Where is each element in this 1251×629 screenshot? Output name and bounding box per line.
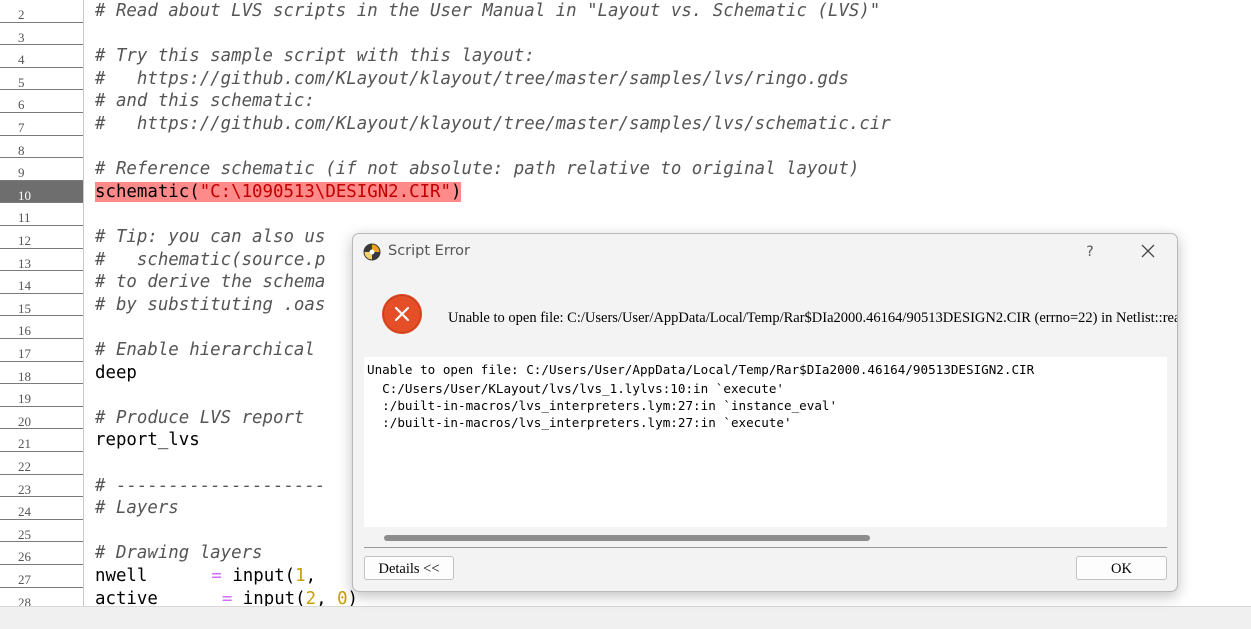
line-number: 16: [0, 316, 83, 339]
line-number: 7: [0, 113, 83, 136]
error-highlight: schematic("C:\1090513\DESIGN2.CIR"): [95, 181, 462, 202]
line-number: 18: [0, 362, 83, 385]
line-number: 8: [0, 136, 83, 159]
code-line: nwell = input(1,: [95, 565, 316, 588]
details-line: Unable to open file: C:/Users/User/AppDa…: [367, 362, 1035, 377]
code-token: nwell: [95, 566, 148, 586]
line-number: 27: [0, 565, 83, 588]
line-number: 19: [0, 384, 83, 407]
code-number: 2: [305, 588, 317, 606]
dialog-divider: [364, 547, 1167, 548]
details-line: :/built-in-macros/lvs_interpreters.lym:2…: [367, 415, 792, 430]
error-message: Unable to open file: C:/Users/User/AppDa…: [448, 310, 1178, 326]
code-line: # Drawing layers: [95, 543, 263, 564]
line-number: 15: [0, 294, 83, 317]
code-number: 0: [337, 588, 348, 606]
code-line: # Produce LVS report: [95, 407, 305, 428]
code-line: # schematic(source.p: [95, 249, 326, 270]
code-token: active: [95, 588, 158, 606]
code-string: "C:\1090513\DESIGN2.CIR": [199, 181, 451, 202]
line-number: 2: [0, 0, 83, 23]
line-number: 13: [0, 249, 83, 272]
code-line: # Read about LVS scripts in the User Man…: [95, 1, 881, 21]
code-token: input(: [232, 566, 296, 586]
line-number: 21: [0, 429, 83, 452]
code-line: # Enable hierarchical: [95, 340, 315, 360]
code-token: ,: [316, 588, 338, 606]
line-number: 4: [0, 45, 83, 68]
klayout-app-icon: [363, 243, 381, 261]
details-line: C:/Users/User/KLayout/lvs/lvs_1.lylvs:10…: [367, 381, 785, 396]
status-bar: [0, 606, 1251, 629]
line-number: 11: [0, 203, 83, 226]
script-error-dialog[interactable]: Script Error ? Unable to open file: C:/U…: [352, 233, 1178, 592]
code-line: # https://github.com/KLayout/klayout/tre…: [95, 114, 891, 134]
close-icon[interactable]: [1137, 240, 1159, 262]
code-line: # https://github.com/KLayout/klayout/tre…: [95, 68, 849, 89]
line-number-current: 10: [0, 180, 83, 204]
code-line: deep: [95, 362, 137, 383]
code-line: # by substituting .oas: [95, 294, 326, 315]
ok-button[interactable]: OK: [1076, 556, 1167, 580]
details-text-area[interactable]: Unable to open file: C:/Users/User/AppDa…: [364, 357, 1167, 527]
line-number: 22: [0, 452, 83, 475]
code-number: 1: [295, 566, 306, 586]
code-line: # Try this sample script with this layou…: [95, 46, 535, 67]
code-line: # and this schematic:: [95, 91, 315, 112]
line-number: 25: [0, 520, 83, 543]
dialog-title: Script Error: [388, 243, 471, 259]
line-number: 12: [0, 226, 83, 249]
code-line: # --------------------: [95, 475, 326, 496]
line-number: 5: [0, 68, 83, 91]
horizontal-scrollbar-thumb[interactable]: [384, 535, 870, 541]
line-number: 3: [0, 23, 83, 46]
code-line-error: schematic("C:\1090513\DESIGN2.CIR"): [95, 181, 462, 204]
code-token: ): [450, 181, 462, 202]
code-line: # to derive the schema: [95, 272, 326, 293]
dialog-titlebar[interactable]: Script Error ?: [353, 234, 1177, 270]
code-operator: =: [221, 588, 233, 606]
line-number: 23: [0, 475, 83, 498]
code-token: schematic(: [95, 181, 200, 202]
line-number: 26: [0, 542, 83, 565]
line-number: 17: [0, 339, 83, 362]
line-number: 24: [0, 497, 83, 520]
line-number: 20: [0, 407, 83, 430]
line-number: 28: [0, 588, 83, 606]
help-button[interactable]: ?: [1079, 241, 1101, 263]
line-number: 9: [0, 158, 83, 181]
code-line: # Layers: [95, 498, 179, 519]
code-line: active = input(2, 0): [95, 588, 358, 606]
gutter-separator: [83, 0, 84, 606]
code-line: report_lvs: [95, 430, 200, 451]
line-number: 6: [0, 90, 83, 113]
code-line: # Tip: you can also us: [95, 227, 326, 247]
details-toggle-button[interactable]: Details <<: [364, 556, 454, 580]
error-icon: [382, 294, 422, 334]
code-token: input(: [242, 588, 306, 606]
code-operator: =: [211, 566, 222, 586]
line-number-gutter: 2 3 4 5 6 7 8 9 10 11 12 13 14 15 16 17 …: [0, 0, 84, 606]
line-number: 14: [0, 271, 83, 294]
code-line: # Reference schematic (if not absolute: …: [95, 159, 860, 180]
details-line: :/built-in-macros/lvs_interpreters.lym:2…: [367, 398, 838, 413]
code-token: ,: [305, 566, 317, 586]
